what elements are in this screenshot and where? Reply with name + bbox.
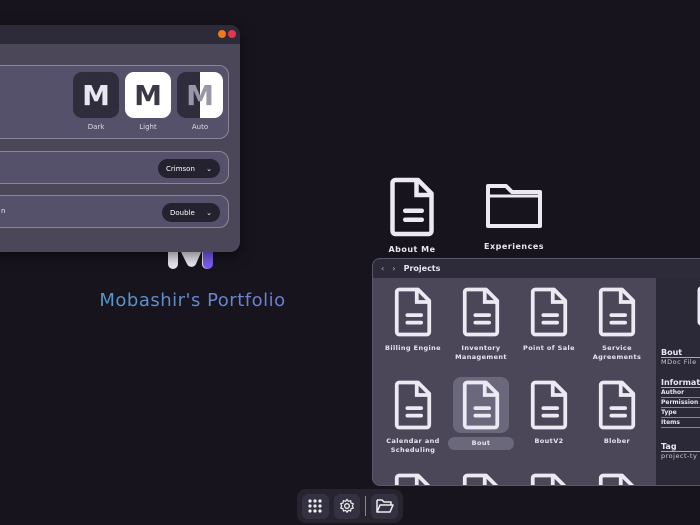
project-item-label: Calendar and Scheduling: [386, 437, 440, 454]
project-item-label: Blober: [603, 437, 631, 445]
tag-heading: Tag: [661, 442, 700, 452]
project-item-label: Point of Sale: [523, 344, 575, 352]
project-item-label: Service Agreements: [592, 344, 642, 361]
info-section-heading: Informat: [661, 378, 700, 388]
info-panel: Bout MDoc File Informat Author Permissio…: [656, 278, 700, 485]
document-icon: [388, 177, 436, 237]
settings-button[interactable]: [333, 493, 361, 519]
theme-dark-button[interactable]: M: [73, 72, 119, 118]
project-item[interactable]: Bout: [448, 377, 514, 450]
theme-dark-label: Dark: [87, 123, 105, 131]
theme-light-label: Light: [139, 123, 157, 131]
project-item[interactable]: Calendar and Scheduling: [380, 377, 446, 455]
info-field-type: Type: [661, 408, 700, 418]
info-field-items: Items: [661, 418, 700, 428]
projects-titlebar[interactable]: ‹ › Projects: [373, 259, 700, 278]
document-icon: [589, 284, 645, 340]
info-name: Bout: [661, 348, 700, 358]
document-icon: [453, 470, 509, 485]
window-title: Projects: [403, 264, 441, 273]
chevron-down-icon: ⌄: [206, 208, 212, 217]
document-icon: [385, 470, 441, 485]
document-icon: [521, 284, 577, 340]
project-item[interactable]: [448, 470, 514, 485]
style-row-label: n: [1, 207, 6, 215]
settings-window: M M M Dark Light Auto Crimson ⌄ n Double ⌄: [0, 25, 240, 252]
project-item[interactable]: Service Agreements: [584, 284, 650, 362]
apps-grid-button[interactable]: [302, 493, 329, 519]
apps-grid-icon: [308, 499, 322, 513]
project-item[interactable]: Billing Engine: [380, 284, 446, 353]
theme-auto-label: Auto: [191, 123, 209, 131]
portfolio-title: Mobashir's Portfolio: [0, 290, 385, 311]
project-item[interactable]: Point of Sale: [516, 284, 582, 353]
project-item[interactable]: BoutV2: [516, 377, 582, 446]
project-item-label: Billing Engine: [385, 344, 441, 352]
style-row: n Double ⌄: [0, 195, 229, 228]
document-icon: [453, 377, 509, 433]
project-item[interactable]: [516, 470, 582, 485]
info-field-permission: Permission: [661, 398, 700, 408]
accent-select[interactable]: Crimson ⌄: [158, 159, 220, 178]
close-button[interactable]: [228, 30, 236, 38]
folder-open-icon: [375, 499, 394, 513]
info-type: MDoc File: [661, 358, 697, 366]
document-icon: [521, 470, 577, 485]
dock-divider: [365, 496, 367, 516]
project-item-label: BoutV2: [534, 437, 564, 445]
back-button[interactable]: ‹: [381, 264, 384, 273]
theme-auto-button[interactable]: M: [177, 72, 223, 118]
document-icon: [521, 377, 577, 433]
project-item[interactable]: [584, 470, 650, 485]
project-item-label: Bout: [448, 437, 514, 450]
accent-row: Crimson ⌄: [0, 151, 229, 184]
desktop-icon-experiences[interactable]: Experiences: [481, 182, 547, 251]
file-explorer-button[interactable]: [371, 493, 398, 519]
document-icon: [589, 377, 645, 433]
info-field-author: Author: [661, 388, 700, 398]
style-select[interactable]: Double ⌄: [162, 203, 220, 222]
settings-titlebar[interactable]: [0, 25, 240, 44]
project-item[interactable]: Blober: [584, 377, 650, 446]
forward-button[interactable]: ›: [392, 264, 395, 273]
project-item-label: Inventory Management: [455, 344, 507, 361]
document-icon: [589, 470, 645, 485]
minimize-button[interactable]: [218, 30, 226, 38]
theme-light-button[interactable]: M: [125, 72, 171, 118]
document-icon: [385, 377, 441, 433]
settings-gear-icon: [340, 498, 354, 513]
desktop-icon-about-me[interactable]: About Me: [382, 177, 442, 254]
folder-icon: [486, 184, 542, 228]
theme-card: M M M Dark Light Auto: [0, 65, 229, 139]
project-item[interactable]: Inventory Management: [448, 284, 514, 362]
tag-value: project-ty: [661, 452, 698, 460]
document-icon: [385, 284, 441, 340]
dock: [297, 489, 403, 523]
document-icon: [453, 284, 509, 340]
project-item[interactable]: [380, 470, 446, 485]
chevron-down-icon: ⌄: [206, 164, 212, 173]
projects-window: ‹ › Projects Billing Engine Inventory Man…: [372, 258, 700, 486]
